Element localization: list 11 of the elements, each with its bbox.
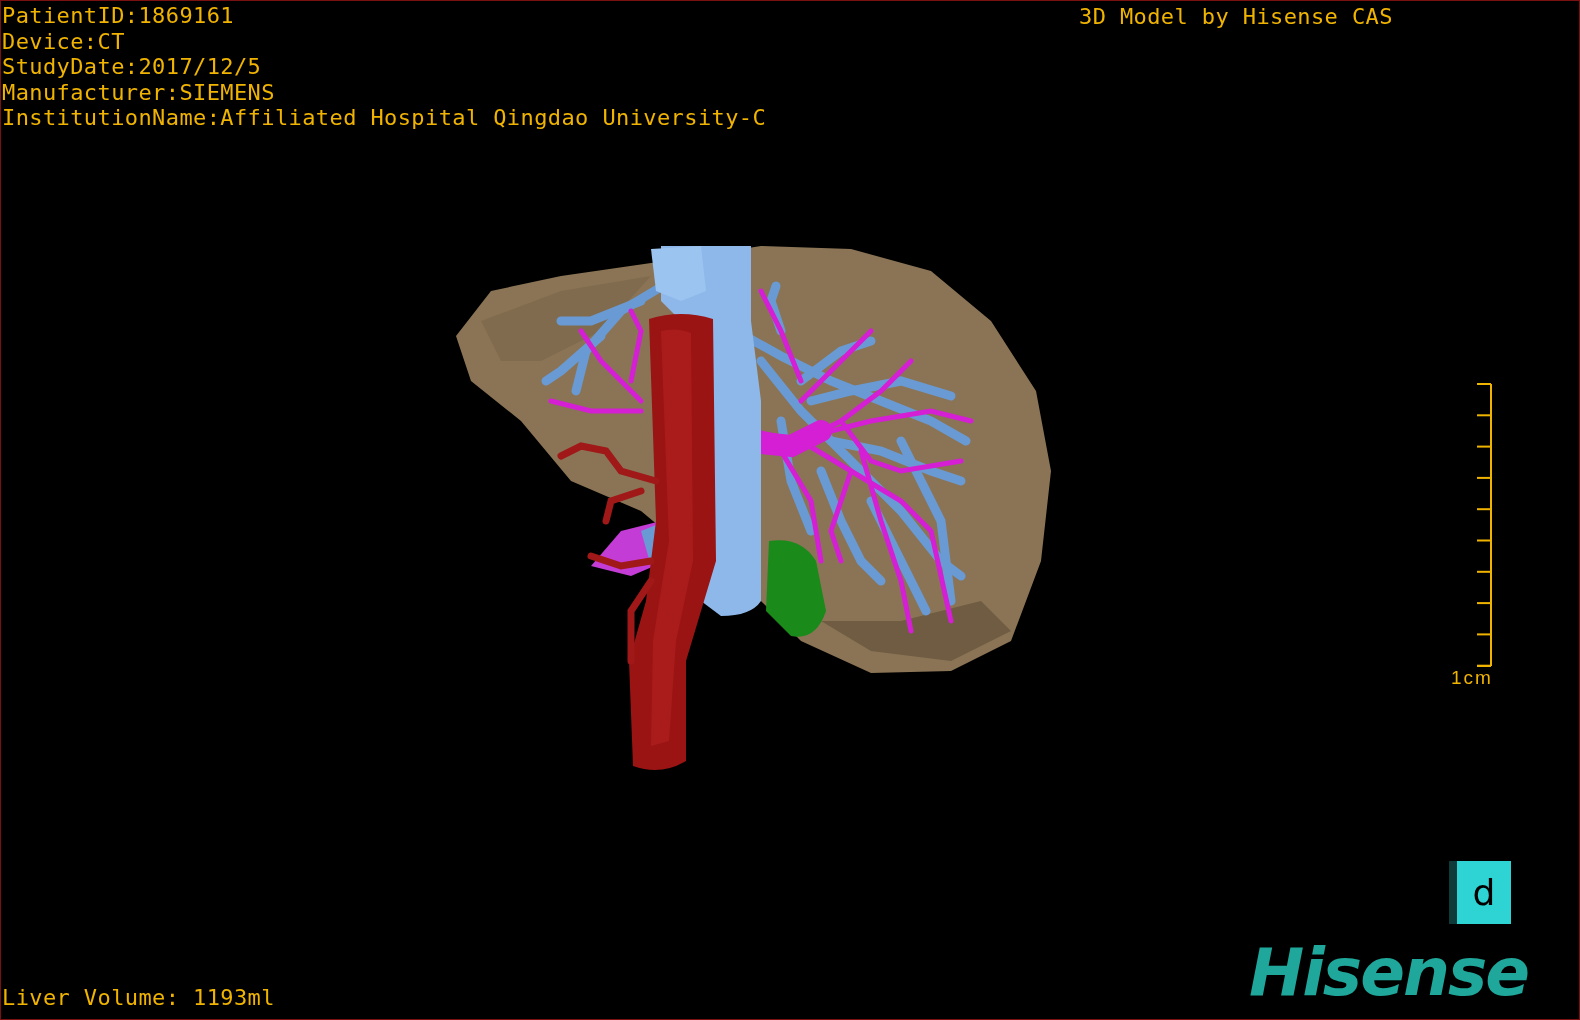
view-button[interactable]: d — [1449, 861, 1511, 924]
scale-bar-icon — [1474, 383, 1493, 667]
study-info-text: Device:CT — [2, 28, 126, 54]
hisense-logo: Hisense — [1249, 938, 1528, 1008]
scale-label: 1cm — [1451, 667, 1493, 689]
study-info-text: Manufacturer:SIEMENS — [2, 79, 276, 105]
model-caption: 3D Model by Hisense CAS — [1079, 4, 1393, 30]
liver-volume-text: Liver Volume: 1193ml — [2, 985, 275, 1011]
study-info-text: PatientID:1869161 — [2, 3, 235, 29]
study-info-text: StudyDate:2017/12/5 — [2, 54, 263, 80]
study-info-text: InstitutionName:Affiliated Hospital Qingdao University-C — [2, 105, 767, 131]
